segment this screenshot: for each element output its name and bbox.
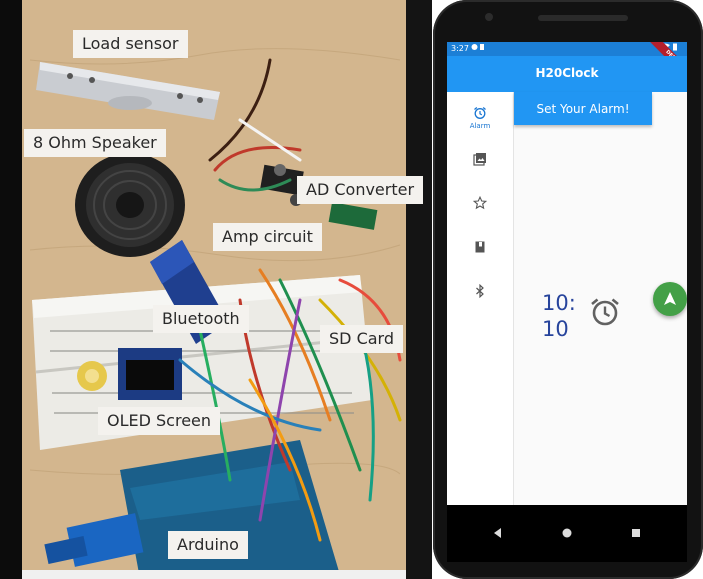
navigation-rail: Alarm: [447, 92, 514, 505]
rail-item-favorites[interactable]: [447, 188, 513, 228]
status-notification-icons: [471, 42, 485, 56]
label-load-sensor: Load sensor: [73, 30, 188, 58]
label-oled-screen: OLED Screen: [98, 407, 221, 435]
clock-display: 10: 10: [542, 290, 582, 342]
label-amp-circuit: Amp circuit: [213, 223, 322, 251]
star-outline-icon: [473, 196, 487, 210]
front-camera: [485, 13, 493, 21]
oled-module: [118, 348, 182, 400]
home-icon[interactable]: [558, 524, 576, 542]
earpiece: [538, 15, 628, 21]
recents-icon[interactable]: [627, 524, 645, 542]
app-title: H20Clock: [535, 66, 599, 80]
label-ad-converter: AD Converter: [297, 176, 424, 204]
bluetooth-icon: [476, 284, 484, 298]
rail-item-alarm[interactable]: Alarm: [447, 100, 513, 140]
rail-item-photo-library[interactable]: [447, 144, 513, 184]
rail-item-book[interactable]: [447, 232, 513, 272]
speaker: [75, 153, 185, 257]
rail-item-bluetooth[interactable]: [447, 276, 513, 316]
status-time: 3:27: [451, 44, 469, 53]
label-arduino: Arduino: [168, 531, 248, 559]
system-navigation-bar: [447, 505, 687, 562]
alarm-page: Set Your Alarm! 10: 10: [514, 92, 687, 505]
rail-label-alarm: Alarm: [469, 122, 491, 130]
photo-library-icon: [473, 153, 486, 166]
phone-frame: 3:27 DEBUG H20Clock: [433, 0, 703, 579]
clock-hours: 10:: [542, 291, 576, 315]
label-sd-card: SD Card: [320, 325, 403, 353]
app-bar: H20Clock: [447, 56, 687, 92]
navigation-arrow-icon: [664, 292, 676, 305]
label-bluetooth: Bluetooth: [153, 305, 249, 333]
notification-icon: [471, 44, 484, 50]
status-bar: 3:27 DEBUG: [447, 42, 687, 83]
label-speaker: 8 Ohm Speaker: [24, 129, 166, 157]
hardware-photo: Load sensor 8 Ohm Speaker AD Converter A…: [0, 0, 432, 579]
alarm-icon: [474, 107, 486, 119]
navigate-fab[interactable]: [653, 282, 687, 316]
back-icon[interactable]: [489, 524, 507, 542]
hardware-illustration: [22, 0, 432, 579]
phone-screen: 3:27 DEBUG H20Clock: [447, 42, 687, 562]
alarm-clock-icon[interactable]: [589, 296, 621, 328]
set-alarm-button[interactable]: Set Your Alarm!: [514, 92, 652, 125]
clock-minutes: 10: [542, 317, 569, 341]
book-icon: [475, 241, 485, 253]
